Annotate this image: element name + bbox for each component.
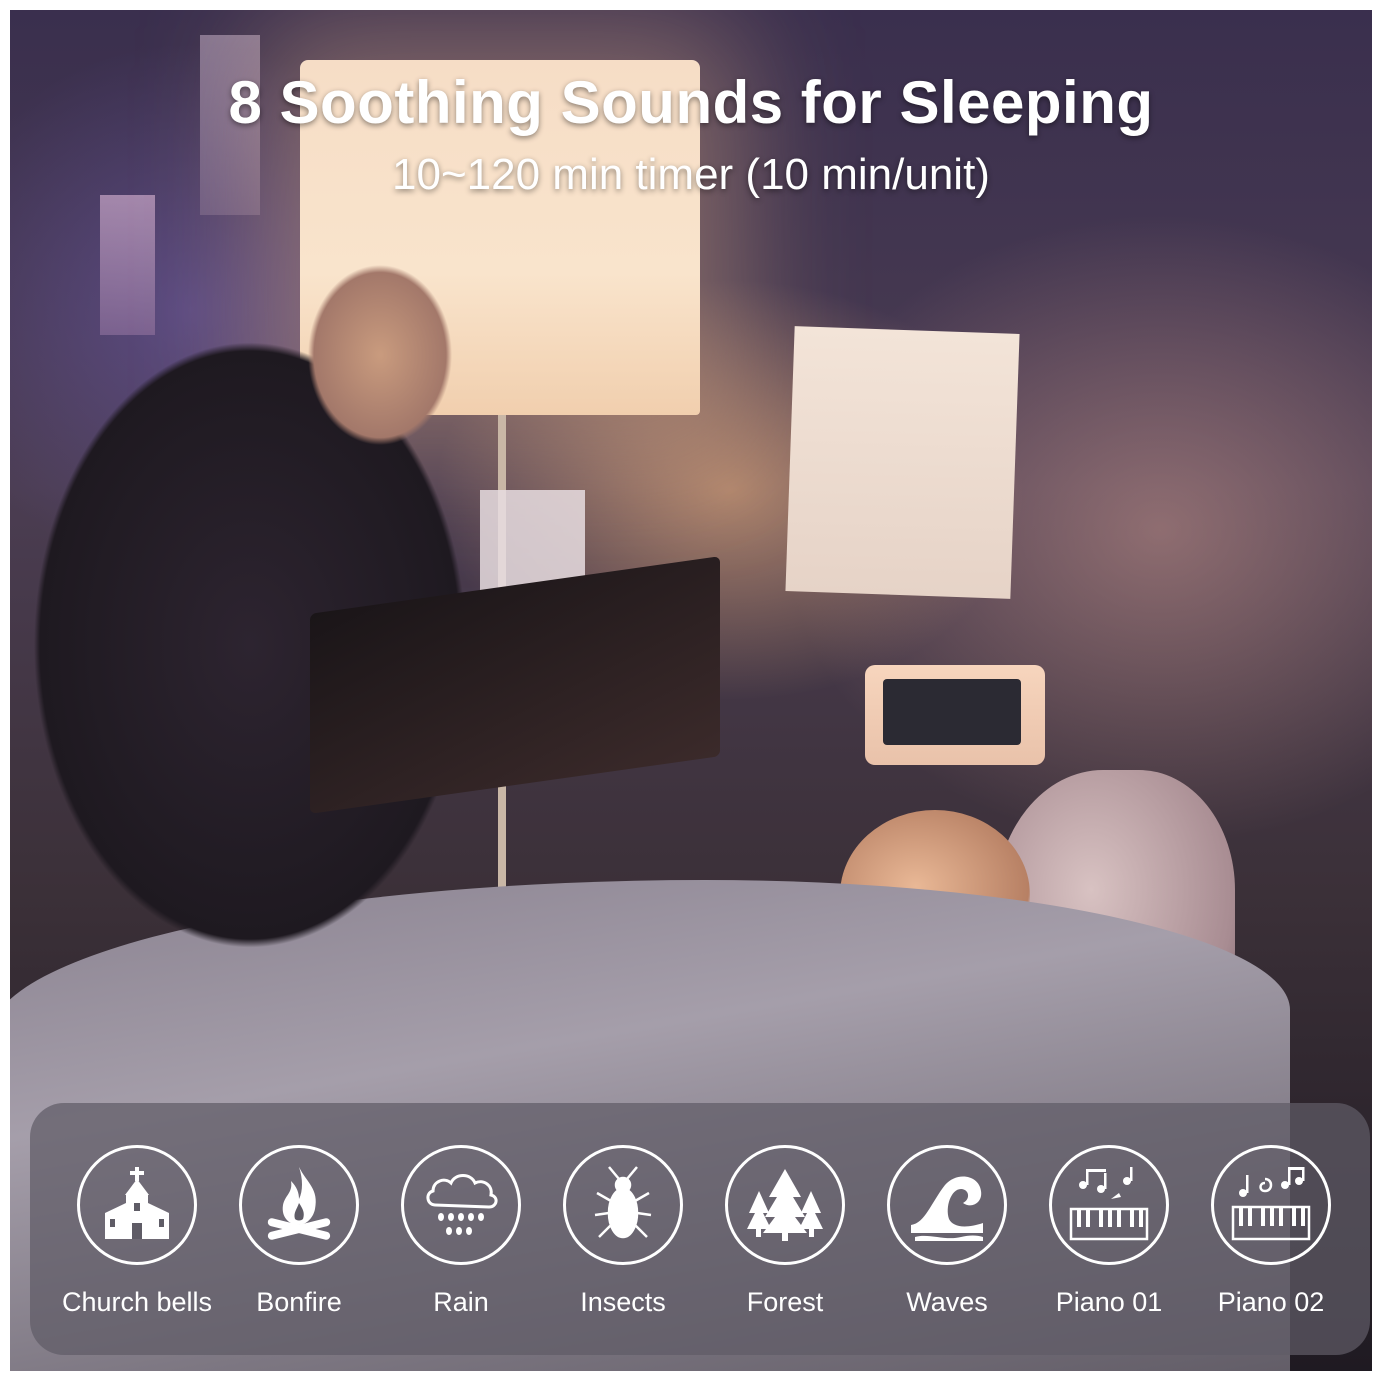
sound-rain[interactable]: Rain (376, 1145, 546, 1318)
sound-label: Insects (580, 1287, 666, 1317)
church-icon (77, 1145, 197, 1265)
sound-piano-02[interactable]: Piano 02 (1186, 1145, 1356, 1318)
rain-cloud-icon (401, 1145, 521, 1265)
wave-icon (887, 1145, 1007, 1265)
sound-label: Forest (746, 1287, 824, 1317)
sound-bonfire[interactable]: Bonfire (214, 1145, 384, 1318)
sound-forest[interactable]: Forest (700, 1145, 870, 1318)
sound-piano-01[interactable]: Piano 01 (1024, 1145, 1194, 1318)
sound-insects[interactable]: Insects (538, 1145, 708, 1318)
clock-display (883, 679, 1021, 745)
forest-icon (725, 1145, 845, 1265)
child-drawing (785, 326, 1020, 599)
timer-subheading: 10~120 min timer (10 min/unit) (392, 150, 990, 199)
sound-label: Piano 01 (1055, 1287, 1163, 1317)
sound-label: Church bells (61, 1287, 213, 1317)
sound-church-bells[interactable]: Church bells (52, 1145, 222, 1318)
sound-label: Piano 02 (1217, 1287, 1325, 1317)
headline: 8 Soothing Sounds for Sleeping (228, 69, 1154, 136)
bonfire-icon (239, 1145, 359, 1265)
alarm-clock (865, 665, 1045, 765)
sound-label: Rain (433, 1287, 489, 1317)
sound-label: Waves (906, 1287, 988, 1317)
piano-notes-icon (1211, 1145, 1331, 1265)
sound-label: Bonfire (256, 1287, 342, 1317)
piano-notes-icon (1049, 1145, 1169, 1265)
insect-icon (563, 1145, 683, 1265)
sound-waves[interactable]: Waves (862, 1145, 1032, 1318)
